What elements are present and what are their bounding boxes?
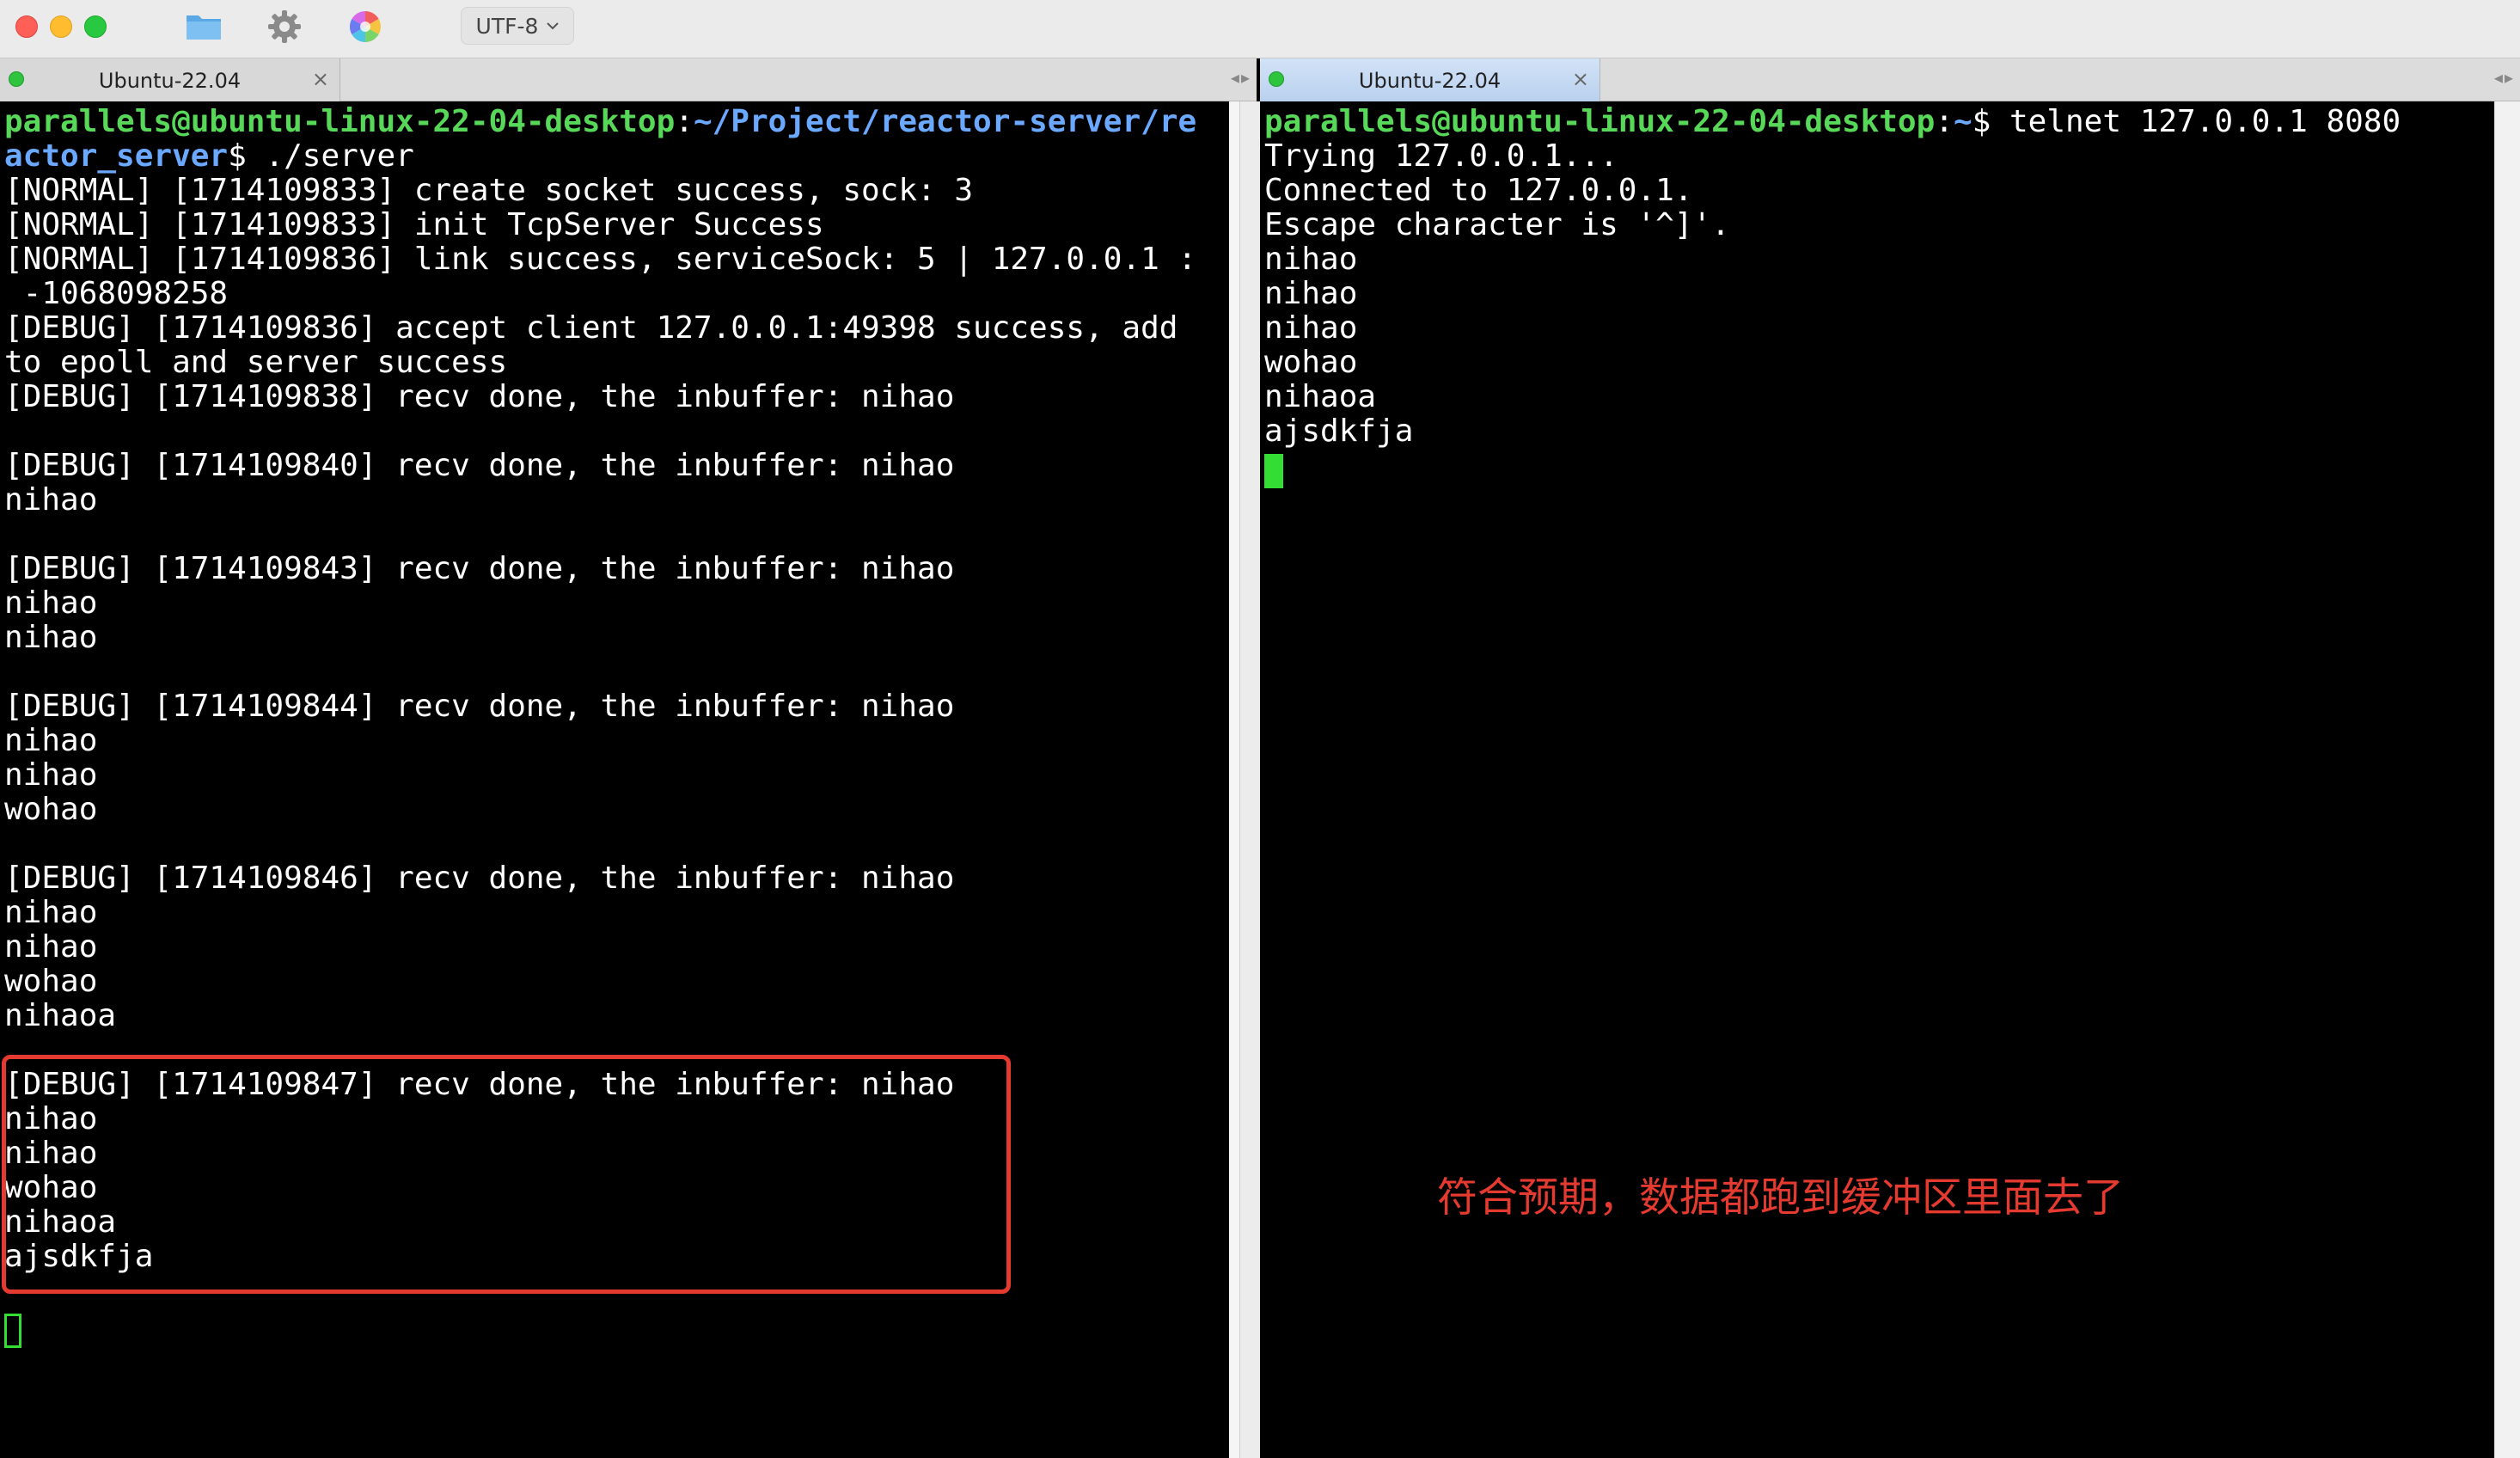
terminal-output-line: nihao <box>4 757 98 793</box>
terminal-output-line: Escape character is '^]'. <box>1264 207 1730 242</box>
prompt-command: $ telnet 127.0.0.1 8080 <box>1972 104 2401 139</box>
prompt-line: parallels@ubuntu-linux-22-04-desktop:~/P… <box>4 105 1196 139</box>
terminal-cursor <box>1264 454 1283 488</box>
terminal-output-line: [DEBUG] [1714109846] recv done, the inbu… <box>4 861 955 896</box>
prompt-path: ~/Project/reactor-server/re <box>693 104 1197 139</box>
tab-title: Ubuntu-22.04 <box>98 69 242 93</box>
terminal-output-line: nihao <box>1264 242 1358 277</box>
folder-icon <box>187 15 221 40</box>
prompt-path-continued: actor_server <box>4 138 229 174</box>
right-tab-bar: Ubuntu-22.04 × ◂▸ <box>1260 58 2520 101</box>
tab-scroll-arrows-icon[interactable]: ◂▸ <box>2494 67 2515 88</box>
terminal-output-line: [DEBUG] [1714109838] recv done, the inbu… <box>4 379 955 414</box>
encoding-label: UTF-8 <box>475 13 539 39</box>
terminal-output-line: wohao <box>1264 345 1358 380</box>
gear-icon <box>268 10 301 43</box>
terminal-output-line: [DEBUG] [1714109843] recv done, the inbu… <box>4 551 955 586</box>
terminal-output-line: to epoll and server success <box>4 345 508 380</box>
prompt-path: ~ <box>1953 104 1973 139</box>
prompt-separator: : <box>675 104 694 139</box>
terminal-output-line: [NORMAL] [1714109836] link success, serv… <box>4 242 1197 277</box>
close-window-button[interactable] <box>15 15 38 38</box>
terminal-output-line: nihao <box>4 585 98 621</box>
terminal-output-line: nihaoa <box>4 998 117 1033</box>
encoding-dropdown[interactable]: UTF-8 <box>461 7 574 45</box>
cursor-line <box>4 1308 1196 1348</box>
terminal-output-line: nihao <box>4 723 98 758</box>
connection-status-icon <box>9 71 24 87</box>
prompt-user: parallels@ubuntu-linux-22-04-desktop <box>4 104 676 139</box>
prompt-line-wrap: actor_server$ ./server <box>4 139 1196 174</box>
settings-button[interactable] <box>263 5 306 48</box>
color-scheme-button[interactable] <box>344 5 387 48</box>
terminal-output-line: nihao <box>1264 310 1358 346</box>
terminal-output-line: [DEBUG] [1714109836] accept client 127.0… <box>4 310 1178 346</box>
terminal-output-line: wohao <box>4 964 98 999</box>
tab-scroll-arrows-icon[interactable]: ◂▸ <box>1231 67 1251 88</box>
terminal-output-line: Trying 127.0.0.1... <box>1264 138 1618 174</box>
terminal-output-line: ajsdkfja <box>1264 414 1414 449</box>
left-tab-bar: Ubuntu-22.04 × ◂▸ <box>0 58 1257 101</box>
split-pane-divider[interactable] <box>1229 101 1260 1458</box>
cursor-line <box>1264 449 2401 488</box>
color-wheel-icon <box>349 10 382 43</box>
prompt-user: parallels@ubuntu-linux-22-04-desktop <box>1264 104 1936 139</box>
annotation-note: 符合预期，数据都跑到缓冲区里面去了 <box>1437 1174 2124 1222</box>
close-tab-icon[interactable]: × <box>312 67 329 91</box>
right-terminal-pane[interactable]: parallels@ubuntu-linux-22-04-desktop:~$ … <box>1260 101 2494 1458</box>
terminal-output-line: wohao <box>4 792 98 827</box>
terminal-output-line: nihaoa <box>1264 379 1377 414</box>
zoom-window-button[interactable] <box>84 15 107 38</box>
tab-ubuntu-right[interactable]: Ubuntu-22.04 × <box>1260 58 1600 101</box>
minimize-window-button[interactable] <box>50 15 72 38</box>
highlight-box <box>2 1055 1011 1294</box>
close-tab-icon[interactable]: × <box>1572 67 1589 91</box>
terminal-output-line: Connected to 127.0.0.1. <box>1264 173 1693 208</box>
terminal-output-line: [NORMAL] [1714109833] init TcpServer Suc… <box>4 207 824 242</box>
tab-ubuntu-left[interactable]: Ubuntu-22.04 × <box>0 58 340 101</box>
terminal-output-line: [DEBUG] [1714109840] recv done, the inbu… <box>4 448 955 483</box>
connection-status-icon <box>1269 71 1284 87</box>
terminal-output-line: nihao <box>4 482 98 518</box>
terminal-output-line: nihao <box>4 895 98 930</box>
terminal-output-line: [NORMAL] [1714109833] create socket succ… <box>4 173 974 208</box>
right-terminal-scrollbar[interactable] <box>2494 101 2520 1458</box>
terminal-output-line: -1068098258 <box>4 276 229 311</box>
terminal-output-line: nihao <box>1264 276 1358 311</box>
window-toolbar: UTF-8 <box>0 0 2520 58</box>
terminal-cursor <box>4 1314 21 1348</box>
prompt-line: parallels@ubuntu-linux-22-04-desktop:~$ … <box>1264 105 2401 139</box>
prompt-command: $ ./server <box>228 138 414 174</box>
terminal-output-line: nihao <box>4 929 98 965</box>
chevron-down-icon <box>547 22 560 30</box>
tab-title: Ubuntu-22.04 <box>1358 69 1502 93</box>
terminal-output-line: nihao <box>4 620 98 655</box>
terminal-output-line: [DEBUG] [1714109844] recv done, the inbu… <box>4 689 955 724</box>
folder-button[interactable] <box>182 5 225 48</box>
prompt-separator: : <box>1935 104 1954 139</box>
